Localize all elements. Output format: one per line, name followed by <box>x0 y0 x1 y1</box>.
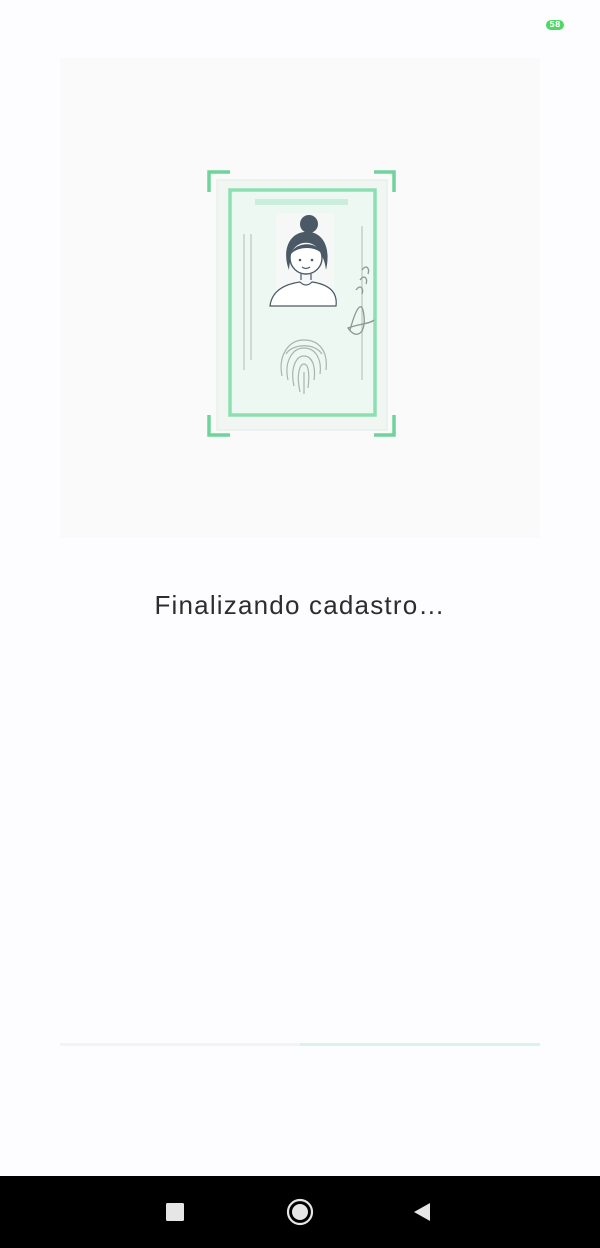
recents-icon[interactable] <box>161 1198 189 1226</box>
battery-icon: 58 <box>546 20 564 30</box>
status-bar: 58 <box>0 0 600 52</box>
back-icon[interactable] <box>408 1198 436 1226</box>
status-message: Finalizando cadastro… <box>154 590 446 620</box>
battery-level: 58 <box>549 20 561 29</box>
navigation-bar <box>0 1176 600 1248</box>
document-scan-illustration <box>60 58 540 538</box>
id-document-icon <box>207 170 396 437</box>
home-icon[interactable] <box>286 1198 314 1226</box>
progress-bar <box>60 1043 540 1046</box>
progress-bar-fill <box>300 1043 540 1046</box>
portrait-icon <box>269 213 337 307</box>
